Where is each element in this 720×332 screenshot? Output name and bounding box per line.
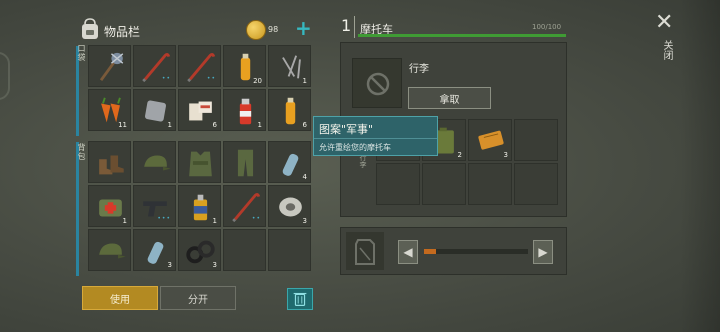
backpack-slot[interactable] <box>178 141 221 183</box>
item-count: 11 <box>118 121 127 129</box>
fuel-slot[interactable] <box>346 232 384 270</box>
spiked-club-icon <box>99 52 124 82</box>
no-entry-icon <box>366 72 390 96</box>
jerrycan-icon <box>355 239 375 265</box>
item-count: 2 <box>457 151 462 159</box>
trunk-slot[interactable]: 3 <box>468 119 512 161</box>
add-coins-button[interactable]: + <box>295 18 312 38</box>
pocket-slot[interactable] <box>88 45 131 87</box>
durability-dots: ••• <box>157 215 171 222</box>
trunk-label: 行李 <box>359 154 367 168</box>
item-count: 6 <box>212 121 217 129</box>
backpack-slot[interactable]: ••• <box>133 185 176 227</box>
pocket-slot[interactable]: •• <box>133 45 176 87</box>
trash-icon <box>293 292 307 306</box>
military-pants-icon <box>237 149 254 177</box>
pocket-slot[interactable]: 6 <box>268 89 311 131</box>
close-icon[interactable]: ✕ <box>655 12 673 34</box>
vehicle-number: 1 <box>341 16 352 35</box>
pocket-slot[interactable]: 1 <box>133 89 176 131</box>
pocket-slot[interactable]: 1 <box>223 89 266 131</box>
pocket-slot[interactable]: 6 <box>178 89 221 131</box>
pocket-slot[interactable]: 20 <box>223 45 266 87</box>
header-divider <box>354 16 355 38</box>
item-count: 6 <box>302 121 307 129</box>
military-vest-icon <box>189 151 212 177</box>
backpack-slot[interactable] <box>223 229 266 271</box>
luggage-label: 行李 <box>409 64 429 75</box>
pocket-grid: •• •• 20 1 11 1 6 1 6 <box>88 45 311 131</box>
military-cap-icon <box>99 243 126 259</box>
backpack-slot[interactable]: 4 <box>268 141 311 183</box>
item-count: 1 <box>167 121 172 129</box>
item-count: 1 <box>122 217 127 225</box>
pocket-slot[interactable]: 1 <box>268 45 311 87</box>
item-count: 3 <box>503 151 508 159</box>
pocket-slot[interactable]: •• <box>178 45 221 87</box>
right-edge-shade <box>680 0 720 332</box>
backpack-slot[interactable]: 3 <box>268 185 311 227</box>
tooltip-divider <box>314 138 437 139</box>
split-button[interactable]: 分开 <box>160 286 236 310</box>
trunk-slot[interactable] <box>514 163 558 205</box>
item-count: 3 <box>167 261 172 269</box>
durability-dots: •• <box>206 75 216 82</box>
trunk-slot[interactable] <box>468 163 512 205</box>
fuel-slider[interactable] <box>424 249 528 254</box>
vehicle-hp-text: 100/100 <box>532 23 562 31</box>
backpack-icon <box>82 18 98 39</box>
backpack-slot[interactable] <box>88 229 131 271</box>
inventory-title: 物品栏 <box>104 25 141 39</box>
vehicle-hp-fill <box>358 34 566 37</box>
backpack-grid: 4 1 ••• 1 •• 3 3 3 <box>88 141 311 271</box>
left-edge-decoration <box>0 52 10 100</box>
fuel-decrease-button[interactable]: ◀ <box>398 240 418 264</box>
vehicle-hp-bar <box>358 34 566 37</box>
item-count: 4 <box>302 173 307 181</box>
equipment-slot[interactable] <box>352 58 402 108</box>
backpack-slot[interactable]: 1 <box>178 185 221 227</box>
item-count: 3 <box>302 217 307 225</box>
close-label[interactable]: 关闭 <box>659 40 674 60</box>
durability-dots: •• <box>251 215 261 222</box>
tooltip-description: 允许重绘您的摩托车 <box>319 143 391 152</box>
backpack-slot[interactable]: 3 <box>178 229 221 271</box>
backpack-indicator <box>76 142 79 276</box>
fuel-slider-fill <box>424 249 437 254</box>
boots-icon <box>99 155 124 175</box>
item-tooltip: 图案"军事" 允许重绘您的摩托车 <box>313 116 438 156</box>
trash-button[interactable] <box>287 288 313 310</box>
pocket-slot[interactable]: 11 <box>88 89 131 131</box>
backpack-slot[interactable] <box>223 141 266 183</box>
item-count: 1 <box>302 77 307 85</box>
backpack-slot[interactable] <box>88 141 131 183</box>
coin-icon <box>246 20 266 40</box>
trunk-slot[interactable] <box>422 163 466 205</box>
tooltip-title: 图案"军事" <box>319 123 374 136</box>
backpack-slot[interactable]: 1 <box>88 185 131 227</box>
trunk-slot[interactable] <box>514 119 558 161</box>
backpack-slot[interactable] <box>133 141 176 183</box>
fuel-increase-button[interactable]: ▶ <box>533 240 553 264</box>
backpack-slot[interactable] <box>268 229 311 271</box>
item-count: 3 <box>212 261 217 269</box>
coin-count: 98 <box>268 25 279 34</box>
use-button[interactable]: 使用 <box>82 286 158 310</box>
item-count: 20 <box>253 77 262 85</box>
backpack-label: 背包 <box>77 143 86 161</box>
item-count: 1 <box>257 121 262 129</box>
take-button[interactable]: 拿取 <box>408 87 491 109</box>
pocket-label: 口袋 <box>77 44 86 62</box>
trunk-slot[interactable] <box>376 163 420 205</box>
durability-dots: •• <box>161 75 171 82</box>
military-cap-icon <box>144 155 171 171</box>
backpack-slot[interactable]: •• <box>223 185 266 227</box>
backpack-slot[interactable]: 3 <box>133 229 176 271</box>
item-count: 1 <box>212 217 217 225</box>
